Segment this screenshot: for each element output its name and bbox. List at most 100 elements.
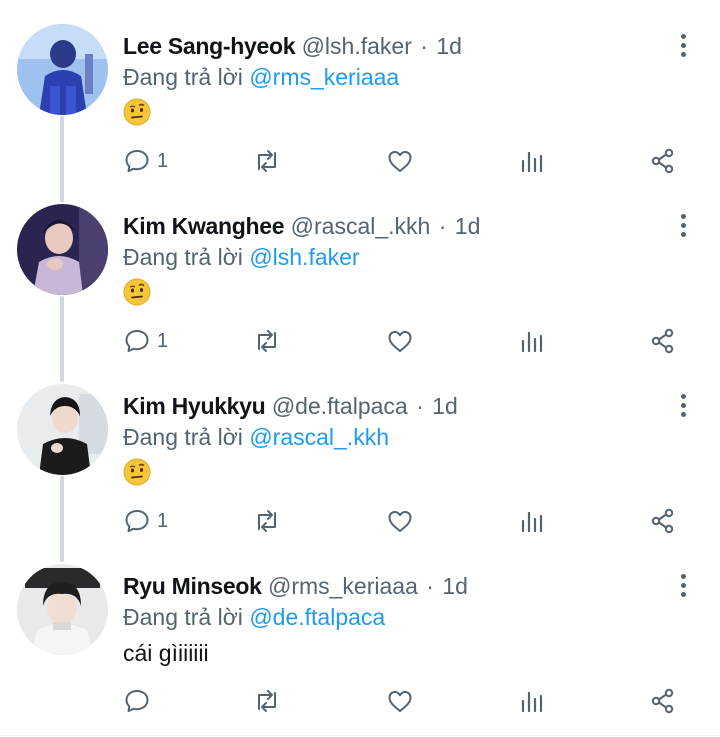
more-options-button[interactable] [672, 210, 694, 240]
reply-count: 1 [157, 149, 169, 172]
retweet-icon [258, 690, 276, 712]
mention-link[interactable]: @rascal_.kkh [249, 424, 389, 450]
avatar[interactable] [17, 204, 108, 295]
separator-dot: · [420, 33, 428, 59]
timestamp[interactable]: 1d [432, 393, 458, 419]
tweet-actions [0, 686, 720, 716]
replying-to-label: Đang trả lời [123, 64, 243, 90]
more-vertical-icon-dot [680, 582, 686, 588]
more-options-button[interactable] [672, 570, 694, 600]
tweet[interactable]: Kim Hyukkyu @de.ftalpaca · 1d Đang trả l… [0, 380, 720, 560]
user-handle[interactable]: @lsh.faker [302, 33, 412, 59]
share-button[interactable] [649, 506, 677, 536]
heart-icon [388, 691, 412, 712]
heart-icon [388, 151, 412, 172]
more-vertical-icon [680, 573, 686, 579]
replying-to: Đang trả lời @rms_keriaaa [123, 62, 399, 92]
tweet-header: Kim Kwanghee @rascal_.kkh · 1d [123, 211, 480, 241]
user-handle[interactable]: @rms_keriaaa [268, 573, 418, 599]
avatar-image [17, 564, 108, 655]
tweet-header: Kim Hyukkyu @de.ftalpaca · 1d [123, 391, 458, 421]
reply-count: 1 [157, 329, 169, 352]
reply-button[interactable] [123, 686, 151, 716]
timestamp[interactable]: 1d [455, 213, 481, 239]
timestamp[interactable]: 1d [436, 33, 462, 59]
more-vertical-icon-dot [680, 411, 686, 417]
more-options-button[interactable] [672, 390, 694, 420]
retweet-icon [258, 330, 276, 352]
retweet-icon [258, 150, 276, 172]
avatar[interactable] [17, 384, 108, 475]
retweet-button[interactable] [253, 506, 281, 536]
replying-to: Đang trả lời @lsh.faker [123, 242, 360, 272]
like-button[interactable] [386, 506, 414, 536]
more-vertical-icon [680, 393, 686, 399]
share-icon [651, 688, 674, 714]
mention-link[interactable]: @de.ftalpaca [249, 604, 385, 630]
display-name[interactable]: Ryu Minseok [123, 573, 262, 599]
share-icon [651, 508, 674, 534]
share-icon [651, 148, 674, 174]
more-vertical-icon-dot [680, 402, 686, 408]
share-button[interactable] [649, 146, 677, 176]
heart-icon [388, 331, 412, 352]
views-button[interactable] [518, 686, 546, 716]
tweet[interactable]: Lee Sang-hyeok @lsh.faker · 1d Đang trả … [0, 20, 720, 200]
views-icon [521, 691, 543, 713]
reply-icon [125, 330, 149, 352]
replying-to-label: Đang trả lời [123, 604, 243, 630]
tweet[interactable]: Ryu Minseok @rms_keriaaa · 1d Đang trả l… [0, 560, 720, 737]
tweet[interactable]: Kim Kwanghee @rascal_.kkh · 1d Đang trả … [0, 200, 720, 380]
user-handle[interactable]: @rascal_.kkh [291, 213, 431, 239]
reply-icon [125, 150, 149, 172]
bottom-divider [0, 735, 720, 736]
reply-thread: Lee Sang-hyeok @lsh.faker · 1d Đang trả … [0, 0, 720, 737]
views-icon [521, 511, 543, 533]
replying-to-label: Đang trả lời [123, 244, 243, 270]
retweet-button[interactable] [253, 146, 281, 176]
views-button[interactable] [518, 326, 546, 356]
retweet-icon [258, 510, 276, 532]
replying-to: Đang trả lời @rascal_.kkh [123, 422, 389, 452]
more-vertical-icon [680, 33, 686, 39]
more-vertical-icon-dot [680, 591, 686, 597]
retweet-button[interactable] [253, 326, 281, 356]
face-with-raised-eyebrow-emoji [123, 278, 151, 306]
share-button[interactable] [649, 326, 677, 356]
reply-icon [125, 690, 149, 712]
tweet-text [123, 98, 151, 133]
display-name[interactable]: Kim Hyukkyu [123, 393, 266, 419]
tweet-text [123, 458, 151, 493]
display-name[interactable]: Kim Kwanghee [123, 213, 285, 239]
more-vertical-icon-dot [680, 51, 686, 57]
share-icon [651, 328, 674, 354]
views-button[interactable] [518, 506, 546, 536]
display-name[interactable]: Lee Sang-hyeok [123, 33, 295, 59]
avatar[interactable] [17, 564, 108, 655]
like-button[interactable] [386, 686, 414, 716]
heart-icon [388, 511, 412, 532]
mention-link[interactable]: @rms_keriaaa [249, 64, 399, 90]
reply-button[interactable]: 1 [123, 146, 168, 176]
reply-button[interactable]: 1 [123, 506, 168, 536]
mention-link[interactable]: @lsh.faker [249, 244, 359, 270]
like-button[interactable] [386, 326, 414, 356]
like-button[interactable] [386, 146, 414, 176]
avatar[interactable] [17, 24, 108, 115]
reply-button[interactable]: 1 [123, 326, 168, 356]
separator-dot: · [438, 213, 447, 239]
more-vertical-icon-dot [680, 42, 686, 48]
avatar-image [17, 24, 108, 115]
more-vertical-icon-dot [680, 222, 686, 228]
tweet-header: Lee Sang-hyeok @lsh.faker · 1d [123, 31, 462, 61]
share-button[interactable] [649, 686, 677, 716]
retweet-button[interactable] [253, 686, 281, 716]
reply-count: 1 [157, 509, 169, 532]
replying-to: Đang trả lời @de.ftalpaca [123, 602, 385, 632]
tweet-header: Ryu Minseok @rms_keriaaa · 1d [123, 571, 468, 601]
tweet-actions: 1 [0, 506, 720, 536]
more-options-button[interactable] [672, 30, 694, 60]
timestamp[interactable]: 1d [442, 573, 468, 599]
user-handle[interactable]: @de.ftalpaca [272, 393, 408, 419]
views-button[interactable] [518, 146, 546, 176]
